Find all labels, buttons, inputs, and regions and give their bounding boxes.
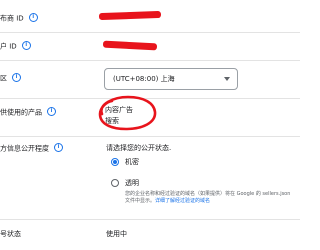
divider bbox=[0, 136, 300, 137]
visibility-label: 方信息公开程度 bbox=[0, 144, 49, 153]
verified-domain-link[interactable]: 详细了解经过验证的域名 bbox=[155, 198, 210, 204]
timezone-value: (UTC+08:00) 上海 bbox=[113, 75, 175, 83]
visibility-help: 您的企业名称和经过验证的域名（如果提供）将在 Google 的 sellers.… bbox=[125, 191, 293, 205]
transparent-option-label: 透明 bbox=[125, 179, 139, 187]
publisher-id-row: 布商 ID i bbox=[0, 13, 38, 24]
customer-id-row: 户 ID i bbox=[0, 41, 31, 52]
confidential-radio[interactable] bbox=[111, 158, 119, 166]
publisher-id-label: 布商 ID bbox=[0, 14, 24, 23]
account-settings-panel: 布商 ID i 户 ID i 区i (UTC+08:00) 上海 供使用的产品 i 内… bbox=[0, 0, 300, 250]
chevron-down-icon bbox=[224, 77, 230, 81]
redaction-mark bbox=[102, 40, 158, 51]
customer-id-label: 户 ID bbox=[0, 42, 17, 51]
transparent-radio[interactable] bbox=[111, 179, 119, 187]
redaction-mark bbox=[98, 10, 162, 21]
visibility-prompt: 请选择您的公开状态. bbox=[106, 144, 172, 152]
divider bbox=[0, 60, 300, 61]
timezone-label: 区 bbox=[0, 74, 7, 83]
products-row: 供使用的产品 i bbox=[0, 107, 56, 118]
info-icon[interactable]: i bbox=[54, 143, 63, 152]
account-status-label: 号状态 bbox=[0, 230, 21, 238]
confidential-option-label: 机密 bbox=[125, 158, 139, 166]
annotation-circle bbox=[98, 95, 157, 131]
timezone-row: 区i bbox=[0, 73, 21, 84]
divider bbox=[0, 32, 300, 33]
account-status-value: 使用中 bbox=[106, 230, 127, 238]
info-icon[interactable]: i bbox=[47, 107, 56, 116]
timezone-select[interactable]: (UTC+08:00) 上海 bbox=[104, 68, 238, 90]
info-icon[interactable]: i bbox=[21, 41, 31, 50]
info-icon[interactable]: i bbox=[12, 73, 21, 82]
products-label: 供使用的产品 bbox=[0, 108, 42, 117]
account-status-row: 号状态 bbox=[0, 230, 21, 239]
divider bbox=[0, 219, 300, 220]
info-icon[interactable]: i bbox=[28, 13, 38, 22]
visibility-row: 方信息公开程度 i bbox=[0, 143, 63, 154]
